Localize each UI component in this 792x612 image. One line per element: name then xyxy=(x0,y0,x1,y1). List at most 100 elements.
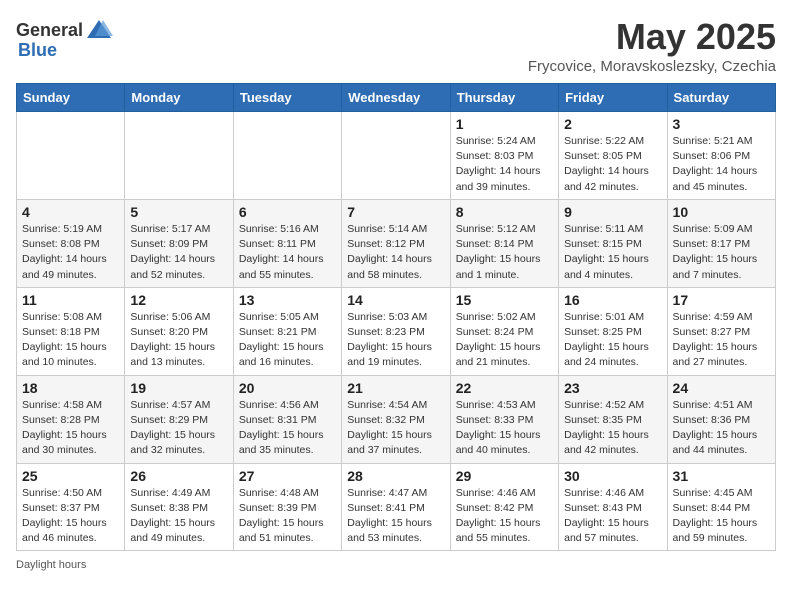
calendar-cell: 17Sunrise: 4:59 AM Sunset: 8:27 PM Dayli… xyxy=(667,287,775,375)
day-number: 21 xyxy=(347,380,444,396)
day-info: Sunrise: 4:49 AM Sunset: 8:38 PM Dayligh… xyxy=(130,486,227,547)
calendar-cell xyxy=(17,112,125,200)
day-info: Sunrise: 4:46 AM Sunset: 8:42 PM Dayligh… xyxy=(456,486,553,547)
day-number: 22 xyxy=(456,380,553,396)
footer: Daylight hours xyxy=(16,559,776,571)
calendar-week-1: 1 Sunrise: 5:24 AM Sunset: 8:03 PM Daylig… xyxy=(17,112,776,200)
day-number: 10 xyxy=(673,204,770,220)
day-number: 8 xyxy=(456,204,553,220)
calendar-week-5: 25Sunrise: 4:50 AM Sunset: 8:37 PM Dayli… xyxy=(17,463,776,551)
day-info: Sunrise: 4:48 AM Sunset: 8:39 PM Dayligh… xyxy=(239,486,336,547)
day-info: Sunrise: 4:47 AM Sunset: 8:41 PM Dayligh… xyxy=(347,486,444,547)
day-number: 26 xyxy=(130,468,227,484)
day-info: Sunrise: 4:54 AM Sunset: 8:32 PM Dayligh… xyxy=(347,398,444,459)
calendar-cell: 12 Sunrise: 5:06 AM Sunset: 8:20 PM Dayli… xyxy=(125,287,233,375)
calendar-cell: 1 Sunrise: 5:24 AM Sunset: 8:03 PM Daylig… xyxy=(450,112,558,200)
calendar-cell: 3Sunrise: 5:21 AM Sunset: 8:06 PM Daylig… xyxy=(667,112,775,200)
day-info: Sunrise: 5:08 AM Sunset: 8:18 PM Dayligh… xyxy=(22,310,119,371)
calendar-cell: 29 Sunrise: 4:46 AM Sunset: 8:42 PM Dayli… xyxy=(450,463,558,551)
day-info: Sunrise: 4:51 AM Sunset: 8:36 PM Dayligh… xyxy=(673,398,770,459)
title-block: May 2025 Frycovice, Moravskoslezsky, Cze… xyxy=(528,16,776,75)
day-number: 11 xyxy=(22,292,119,308)
day-number: 14 xyxy=(347,292,444,308)
column-header-wednesday: Wednesday xyxy=(342,84,450,112)
day-number: 28 xyxy=(347,468,444,484)
calendar-cell: 15 Sunrise: 5:02 AM Sunset: 8:24 PM Dayli… xyxy=(450,287,558,375)
calendar-header-row: SundayMondayTuesdayWednesdayThursdayFrid… xyxy=(17,84,776,112)
day-number: 23 xyxy=(564,380,661,396)
day-number: 12 xyxy=(130,292,227,308)
day-info: Sunrise: 5:01 AM Sunset: 8:25 PM Dayligh… xyxy=(564,310,661,371)
day-info: Sunrise: 5:22 AM Sunset: 8:05 PM Dayligh… xyxy=(564,134,661,195)
day-info: Sunrise: 5:06 AM Sunset: 8:20 PM Dayligh… xyxy=(130,310,227,371)
day-number: 3 xyxy=(673,116,770,132)
day-info: Sunrise: 4:53 AM Sunset: 8:33 PM Dayligh… xyxy=(456,398,553,459)
day-info: Sunrise: 4:56 AM Sunset: 8:31 PM Dayligh… xyxy=(239,398,336,459)
day-number: 31 xyxy=(673,468,770,484)
day-number: 18 xyxy=(22,380,119,396)
day-info: Sunrise: 5:16 AM Sunset: 8:11 PM Dayligh… xyxy=(239,222,336,283)
calendar-cell: 26 Sunrise: 4:49 AM Sunset: 8:38 PM Dayli… xyxy=(125,463,233,551)
day-info: Sunrise: 5:24 AM Sunset: 8:03 PM Dayligh… xyxy=(456,134,553,195)
day-number: 27 xyxy=(239,468,336,484)
day-number: 1 xyxy=(456,116,553,132)
calendar-cell: 18 Sunrise: 4:58 AM Sunset: 8:28 PM Dayli… xyxy=(17,375,125,463)
day-info: Sunrise: 5:14 AM Sunset: 8:12 PM Dayligh… xyxy=(347,222,444,283)
calendar-cell: 31 Sunrise: 4:45 AM Sunset: 8:44 PM Dayli… xyxy=(667,463,775,551)
day-number: 6 xyxy=(239,204,336,220)
calendar-cell: 16 Sunrise: 5:01 AM Sunset: 8:25 PM Dayli… xyxy=(559,287,667,375)
day-number: 2 xyxy=(564,116,661,132)
calendar-cell: 20 Sunrise: 4:56 AM Sunset: 8:31 PM Dayli… xyxy=(233,375,341,463)
calendar-cell: 14 Sunrise: 5:03 AM Sunset: 8:23 PM Dayli… xyxy=(342,287,450,375)
column-header-sunday: Sunday xyxy=(17,84,125,112)
day-info: Sunrise: 4:59 AM Sunset: 8:27 PM Dayligh… xyxy=(673,310,770,371)
day-info: Sunrise: 4:50 AM Sunset: 8:37 PM Dayligh… xyxy=(22,486,119,547)
calendar-table: SundayMondayTuesdayWednesdayThursdayFrid… xyxy=(16,83,776,551)
calendar-cell: 27 Sunrise: 4:48 AM Sunset: 8:39 PM Dayli… xyxy=(233,463,341,551)
calendar-cell: 13 Sunrise: 5:05 AM Sunset: 8:21 PM Dayli… xyxy=(233,287,341,375)
calendar-cell: 10Sunrise: 5:09 AM Sunset: 8:17 PM Dayli… xyxy=(667,199,775,287)
day-info: Sunrise: 4:46 AM Sunset: 8:43 PM Dayligh… xyxy=(564,486,661,547)
calendar-cell xyxy=(233,112,341,200)
day-number: 20 xyxy=(239,380,336,396)
calendar-cell xyxy=(125,112,233,200)
column-header-friday: Friday xyxy=(559,84,667,112)
day-info: Sunrise: 4:52 AM Sunset: 8:35 PM Dayligh… xyxy=(564,398,661,459)
day-info: Sunrise: 5:17 AM Sunset: 8:09 PM Dayligh… xyxy=(130,222,227,283)
calendar-cell: 11 Sunrise: 5:08 AM Sunset: 8:18 PM Dayli… xyxy=(17,287,125,375)
calendar-location: Frycovice, Moravskoslezsky, Czechia xyxy=(528,58,776,75)
calendar-cell: 19Sunrise: 4:57 AM Sunset: 8:29 PM Dayli… xyxy=(125,375,233,463)
logo-icon xyxy=(85,16,113,44)
day-info: Sunrise: 4:45 AM Sunset: 8:44 PM Dayligh… xyxy=(673,486,770,547)
day-info: Sunrise: 4:58 AM Sunset: 8:28 PM Dayligh… xyxy=(22,398,119,459)
day-info: Sunrise: 5:12 AM Sunset: 8:14 PM Dayligh… xyxy=(456,222,553,283)
day-number: 4 xyxy=(22,204,119,220)
calendar-cell: 9Sunrise: 5:11 AM Sunset: 8:15 PM Daylig… xyxy=(559,199,667,287)
calendar-cell: 2 Sunrise: 5:22 AM Sunset: 8:05 PM Daylig… xyxy=(559,112,667,200)
column-header-thursday: Thursday xyxy=(450,84,558,112)
day-number: 15 xyxy=(456,292,553,308)
day-info: Sunrise: 4:57 AM Sunset: 8:29 PM Dayligh… xyxy=(130,398,227,459)
page-header: General Blue May 2025 Frycovice, Moravsk… xyxy=(16,16,776,75)
daylight-label: Daylight hours xyxy=(16,559,86,571)
calendar-cell: 21 Sunrise: 4:54 AM Sunset: 8:32 PM Dayli… xyxy=(342,375,450,463)
day-number: 29 xyxy=(456,468,553,484)
day-info: Sunrise: 5:02 AM Sunset: 8:24 PM Dayligh… xyxy=(456,310,553,371)
column-header-saturday: Saturday xyxy=(667,84,775,112)
calendar-cell: 28 Sunrise: 4:47 AM Sunset: 8:41 PM Dayli… xyxy=(342,463,450,551)
calendar-cell: 24 Sunrise: 4:51 AM Sunset: 8:36 PM Dayli… xyxy=(667,375,775,463)
column-header-monday: Monday xyxy=(125,84,233,112)
day-info: Sunrise: 5:03 AM Sunset: 8:23 PM Dayligh… xyxy=(347,310,444,371)
day-number: 16 xyxy=(564,292,661,308)
logo-general: General xyxy=(16,20,83,41)
day-number: 30 xyxy=(564,468,661,484)
calendar-week-3: 11 Sunrise: 5:08 AM Sunset: 8:18 PM Dayli… xyxy=(17,287,776,375)
day-info: Sunrise: 5:05 AM Sunset: 8:21 PM Dayligh… xyxy=(239,310,336,371)
calendar-cell: 6 Sunrise: 5:16 AM Sunset: 8:11 PM Daylig… xyxy=(233,199,341,287)
day-number: 9 xyxy=(564,204,661,220)
calendar-cell: 4Sunrise: 5:19 AM Sunset: 8:08 PM Daylig… xyxy=(17,199,125,287)
day-number: 13 xyxy=(239,292,336,308)
day-number: 24 xyxy=(673,380,770,396)
calendar-title: May 2025 xyxy=(528,16,776,58)
logo: General Blue xyxy=(16,16,113,61)
